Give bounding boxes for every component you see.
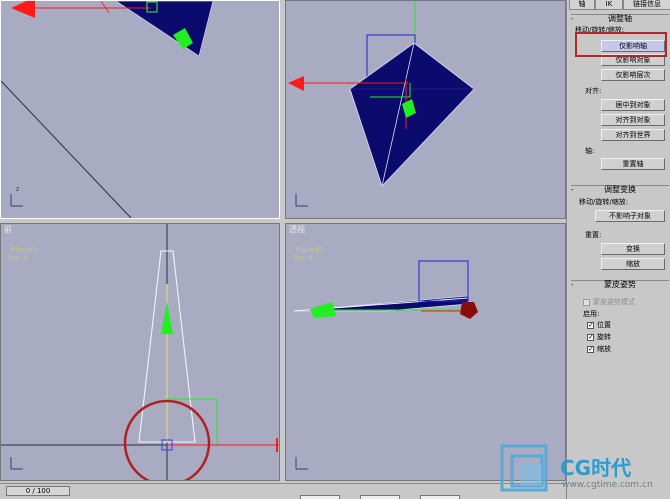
tris-count: Tris: 4 [292,254,313,262]
status-field [420,495,460,499]
rollout-header[interactable]: - 调整轴 [571,14,669,23]
checkbox-box [583,299,590,306]
checkbox-label: 旋转 [597,333,611,341]
reset-scale-button[interactable]: 缩放 [601,258,665,270]
time-slider[interactable]: 0 / 100 [6,486,70,496]
collapse-icon: - [571,15,574,23]
rollout-skin-pose: - 蒙皮姿势 蒙皮姿势模式 启用: ✓ 位置 ✓ 旋转 ✓ 缩放 [571,280,669,360]
viewport-bottom-left-scene [1,224,279,480]
rollout-title: 蒙皮姿势 [604,280,636,289]
object-name: Plane01 [11,246,40,254]
align-to-world-button[interactable]: 对齐到世界 [601,129,665,141]
svg-text:z: z [16,186,19,193]
check-icon: ✓ [587,345,594,353]
viewport-bottom-left[interactable]: 前 Plane01 Tris: 4 [0,223,280,481]
collapse-icon: - [571,186,574,194]
collapse-icon: - [571,281,574,289]
rollout-title: 调整变换 [604,185,636,194]
check-icon: ✓ [587,321,594,329]
checkbox-label: 缩放 [597,345,611,353]
rollout-header[interactable]: - 调整变换 [571,185,669,194]
reset-transform-button[interactable]: 变换 [601,243,665,255]
viewport-bottom-right-stats: Plane01 Tris: 4 [292,246,324,262]
tab-link-info[interactable]: 链接信息 [623,0,670,10]
watermark-url: www.cgtime.com.cn [562,480,653,490]
hierarchy-tabs: 轴 IK 链接信息 [569,0,670,10]
dont-affect-children-button[interactable]: 不影响子对象 [595,210,665,222]
move-rotate-scale-label: 移动/旋转/缩放: [579,198,629,206]
checkbox-label: 位置 [597,321,611,329]
status-field [360,495,400,499]
highlight-box [575,32,667,57]
position-checkbox[interactable]: ✓ 位置 [587,321,611,330]
viewport-top-right-scene [288,1,475,207]
viewport-top-left[interactable]: z [0,0,280,219]
time-bar: 0 / 100 [0,483,566,499]
pivot-label: 轴: [585,147,595,155]
rollout-header[interactable]: - 蒙皮姿势 [571,280,669,289]
viewport-bottom-left-label: 前 [4,225,12,234]
viewport-bottom-right-label: 透视 [289,225,305,234]
viewport-bottom-left-stats: Plane01 Tris: 4 [7,246,39,262]
watermark-logo: CG时代 www.cgtime.com.cn [498,442,670,499]
scale-checkbox[interactable]: ✓ 缩放 [587,345,611,354]
align-label: 对齐: [585,87,602,95]
align-to-object-button[interactable]: 对齐到对象 [601,114,665,126]
viewport-top-left-scene: z [1,1,214,218]
reset-pivot-button[interactable]: 重置轴 [601,158,665,170]
object-name: Plane01 [296,246,325,254]
enabled-label: 启用: [583,310,600,318]
tab-pivot[interactable]: 轴 [569,0,595,10]
skin-pose-mode-checkbox[interactable]: 蒙皮姿势模式 [583,298,635,307]
reset-label: 重置: [585,231,602,239]
center-to-object-button[interactable]: 居中到对象 [601,99,665,111]
rollout-adjust-transform: - 调整变换 移动/旋转/缩放: 不影响子对象 重置: 变换 缩放 [571,185,669,275]
rollout-title: 调整轴 [608,14,632,23]
tab-ik[interactable]: IK [595,0,623,10]
checkbox-label: 蒙皮姿势模式 [593,298,635,306]
viewport-top-right[interactable] [285,0,566,219]
viewport-area: z 前 Plane01 Tris: 4 透视 Plane01 Tris: 4 [0,0,566,483]
check-icon: ✓ [587,333,594,341]
status-field [300,495,340,499]
affect-hierarchy-only-button[interactable]: 仅影响层次 [601,69,665,81]
rotation-checkbox[interactable]: ✓ 旋转 [587,333,611,342]
command-panel: 轴 IK 链接信息 - 调整轴 移动/旋转/缩放: 仅影响轴 仅影响对象 仅影响… [566,0,670,499]
watermark-brand: CG时代 [560,456,632,480]
cg-logo-icon [500,444,548,492]
tris-count: Tris: 4 [7,254,28,262]
